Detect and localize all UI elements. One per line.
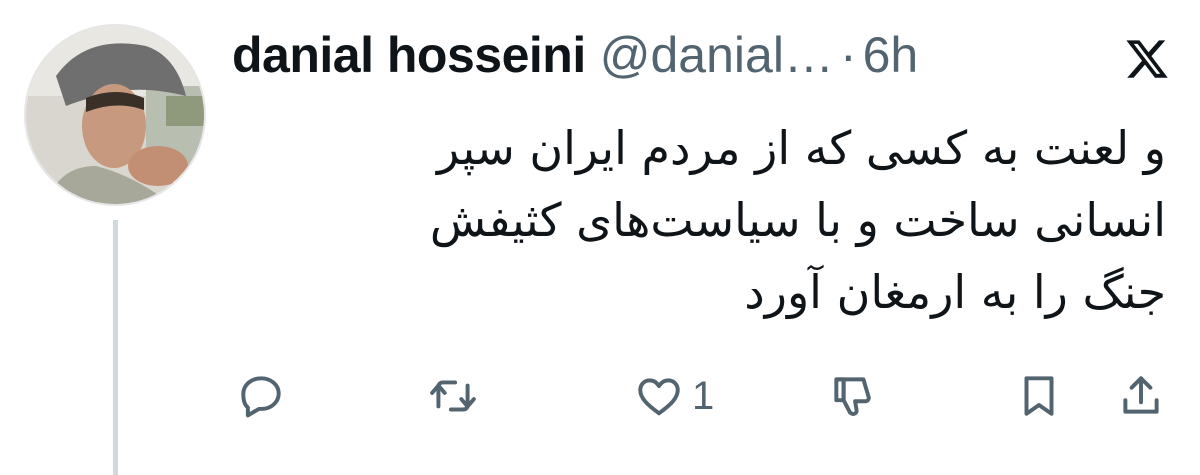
tweet-text-line: جنگ را به ارمغان آورد — [744, 265, 1166, 319]
header-separator: · — [839, 27, 857, 83]
author-name[interactable]: danial hosseini — [232, 26, 586, 84]
bookmark-button[interactable] — [1014, 366, 1064, 426]
reply-icon — [241, 376, 281, 418]
thumbs-down-icon — [834, 377, 871, 416]
author-handle[interactable]: @danial… — [600, 26, 834, 84]
tweet-text: و لعنت به کسی که از مردم ایران سپر انسان… — [230, 112, 1166, 328]
avatar[interactable] — [24, 24, 206, 206]
x-logo-icon[interactable] — [1124, 36, 1170, 82]
like-button[interactable]: 1 — [634, 366, 714, 426]
heart-icon — [638, 378, 680, 416]
tweet-time[interactable]: 6h — [863, 26, 919, 84]
thread-line — [113, 220, 118, 475]
tweet-text-line: و لعنت به کسی که از مردم ایران سپر — [436, 121, 1166, 175]
retweet-icon — [430, 380, 476, 412]
share-icon — [1123, 376, 1159, 414]
reply-button[interactable] — [236, 366, 286, 426]
share-button[interactable] — [1116, 366, 1166, 426]
dislike-button[interactable] — [828, 366, 878, 426]
retweet-button[interactable] — [428, 366, 478, 426]
action-bar: 1 — [232, 366, 1176, 426]
like-count: 1 — [692, 373, 715, 418]
tweet-header: danial hosseini @danial… · 6h — [232, 26, 918, 90]
tweet-text-line: انسانی ساخت و با سیاست‌های کثیفش — [429, 193, 1166, 247]
bookmark-icon — [1024, 376, 1054, 416]
avatar-photo — [26, 26, 204, 204]
